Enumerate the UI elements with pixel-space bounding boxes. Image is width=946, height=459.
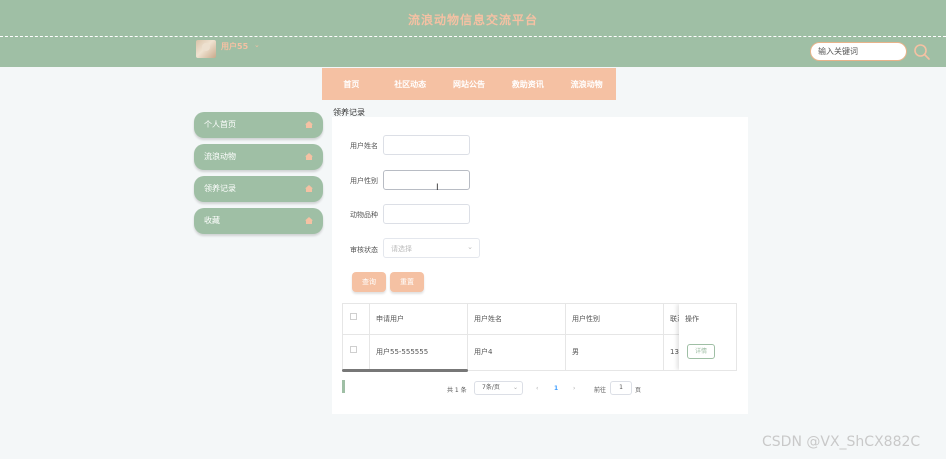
- header: 流浪动物信息交流平台 用户55 ⌄: [0, 0, 946, 67]
- animal-breed-input[interactable]: [383, 204, 470, 224]
- action-column: 操作 详情: [679, 304, 736, 370]
- home-icon: [305, 121, 313, 128]
- reset-button[interactable]: 重置: [390, 272, 424, 292]
- pagination-total: 共 1 条: [447, 387, 467, 394]
- col-user-name: 用户姓名: [468, 304, 566, 334]
- user-gender-input[interactable]: [383, 170, 470, 190]
- nav-home[interactable]: 首页: [322, 79, 381, 90]
- home-icon: [305, 185, 313, 192]
- form-label-user-name: 用户姓名: [350, 142, 378, 150]
- page-unit-label: 页: [635, 387, 642, 394]
- top-nav: 首页 社区动态 网站公告 救助资讯 流浪动物: [322, 68, 616, 100]
- detail-button[interactable]: 详情: [687, 344, 715, 359]
- cell-applicant: 用户55-555555: [370, 335, 468, 370]
- user-name-input[interactable]: [383, 135, 470, 155]
- page-number-current[interactable]: 1: [554, 385, 558, 392]
- cell-user-name: 用户4: [468, 335, 566, 370]
- home-icon: [305, 153, 313, 160]
- select-placeholder: 请选择: [391, 245, 412, 253]
- review-status-select[interactable]: 请选择 ⌄: [383, 238, 480, 258]
- sidebar-item-label: 个人首页: [204, 120, 236, 129]
- header-divider: [0, 36, 946, 37]
- select-all-checkbox[interactable]: [350, 313, 357, 320]
- sidebar-item-stray-animals[interactable]: 流浪动物: [194, 144, 323, 170]
- col-user-gender: 用户性别: [566, 304, 664, 334]
- page-size-value: 7条/页: [482, 384, 500, 391]
- row-checkbox[interactable]: [350, 346, 357, 353]
- text-cursor-icon: I: [436, 183, 439, 193]
- nav-announcements[interactable]: 网站公告: [440, 79, 499, 90]
- goto-label: 前往: [594, 387, 607, 394]
- home-icon: [305, 217, 313, 224]
- nav-community[interactable]: 社区动态: [381, 79, 440, 90]
- table-scrollbar[interactable]: [342, 369, 468, 372]
- username[interactable]: 用户55: [221, 41, 248, 52]
- sidebar-item-favorites[interactable]: 收藏: [194, 208, 323, 234]
- watermark: CSDN @VX_ShCX882C: [762, 434, 921, 450]
- chevron-down-icon: ⌄: [512, 384, 518, 391]
- cell-user-gender: 男: [566, 335, 664, 370]
- next-page-button[interactable]: ›: [573, 385, 575, 392]
- page-size-select[interactable]: 7条/页 ⌄: [474, 381, 523, 395]
- form-label-user-gender: 用户性别: [350, 177, 378, 185]
- nav-stray-animals[interactable]: 流浪动物: [557, 79, 616, 90]
- form-label-animal-breed: 动物品种: [350, 211, 378, 219]
- sidebar-item-label: 收藏: [204, 216, 220, 225]
- table-select-all: [343, 304, 370, 334]
- nav-rescue-info[interactable]: 救助资讯: [498, 79, 557, 90]
- chevron-down-icon: ⌄: [467, 243, 473, 251]
- search-input[interactable]: [810, 42, 907, 61]
- pagination-accent: [342, 380, 345, 393]
- table-row: [343, 335, 370, 370]
- col-applicant: 申请用户: [370, 304, 468, 334]
- sidebar-item-label: 领养记录: [204, 184, 236, 193]
- query-button[interactable]: 查询: [352, 272, 386, 292]
- user-avatar[interactable]: [196, 40, 216, 58]
- site-title: 流浪动物信息交流平台: [407, 13, 538, 27]
- form-label-review-status: 审核状态: [350, 246, 378, 254]
- prev-page-button[interactable]: ‹: [536, 385, 538, 392]
- sidebar-item-adoption-records[interactable]: 领养记录: [194, 176, 323, 202]
- adoption-table: 申请用户 用户姓名 用户性别 联系 用户55-555555 用户4 男 137 …: [342, 303, 737, 371]
- chevron-down-icon[interactable]: ⌄: [254, 41, 260, 49]
- sidebar-item-profile[interactable]: 个人首页: [194, 112, 323, 138]
- col-action: 操作: [685, 315, 699, 323]
- search-icon[interactable]: [913, 43, 931, 61]
- goto-page-input[interactable]: 1: [610, 381, 632, 395]
- sidebar-item-label: 流浪动物: [204, 152, 236, 161]
